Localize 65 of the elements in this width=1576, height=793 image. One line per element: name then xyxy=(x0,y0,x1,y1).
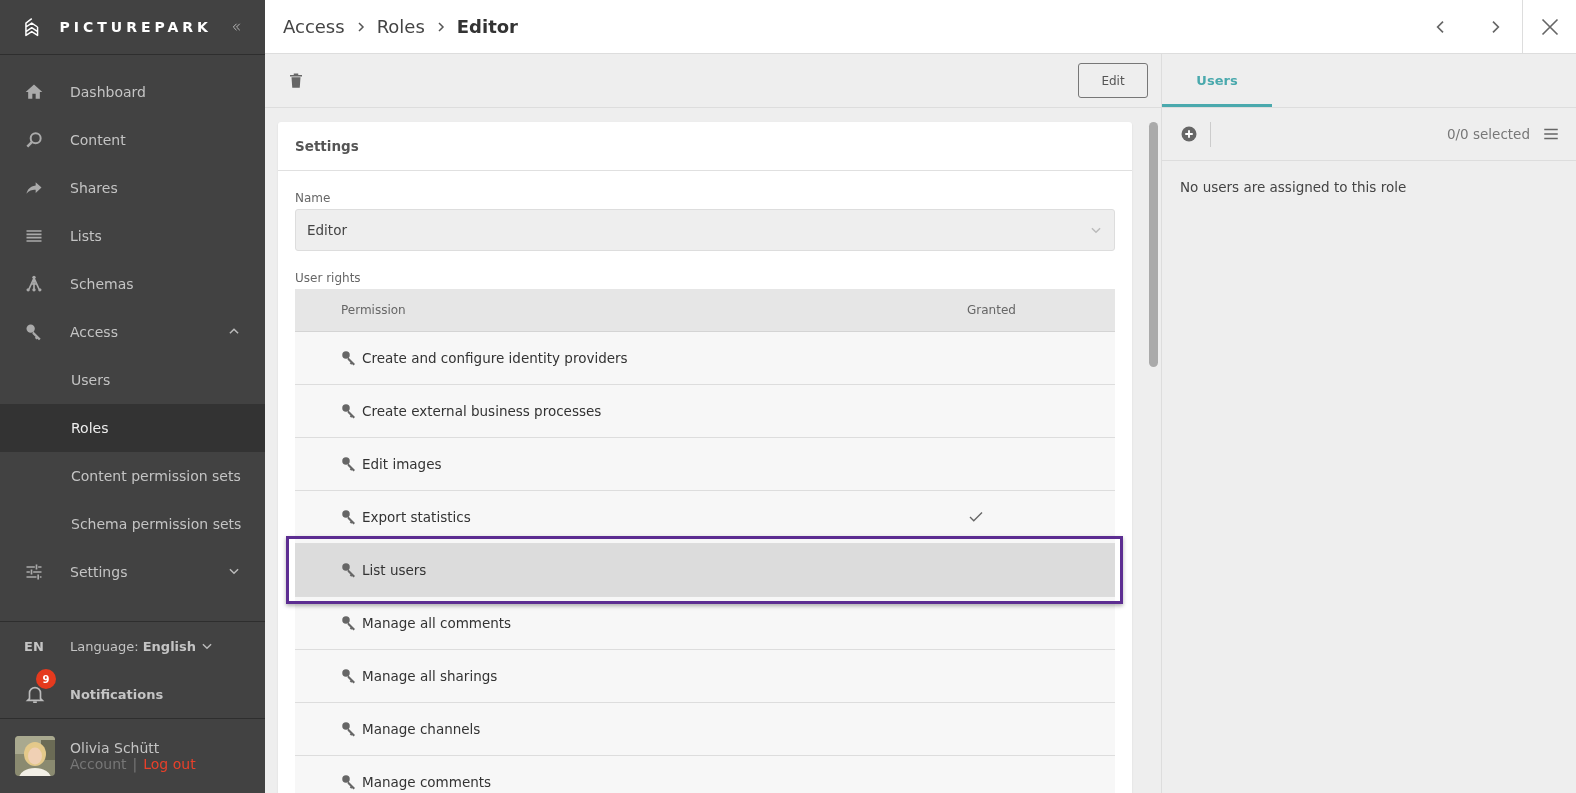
permission-name: Export statistics xyxy=(362,509,471,525)
nav-item[interactable]: Users xyxy=(0,356,265,404)
nav-item[interactable]: Dashboard xyxy=(0,68,265,116)
key-icon xyxy=(340,349,358,367)
close-icon xyxy=(1539,16,1560,37)
permission-name: Manage all sharings xyxy=(362,668,498,684)
notification-badge: 9 xyxy=(36,669,56,689)
permission-name: Edit images xyxy=(362,456,442,472)
breadcrumb-item: Editor xyxy=(456,16,518,37)
permission-name: Manage all comments xyxy=(362,615,512,631)
nav-item[interactable]: Schema permission sets xyxy=(0,500,265,548)
nav-item[interactable]: Content xyxy=(0,116,265,164)
key-icon xyxy=(24,322,44,342)
permission-row[interactable]: Create and configure identity providers xyxy=(295,332,1115,385)
permission-row[interactable]: Manage all comments xyxy=(295,597,1115,650)
permission-row[interactable]: Manage channels xyxy=(295,703,1115,756)
scrollbar-thumb[interactable] xyxy=(1149,122,1158,367)
search-icon xyxy=(24,130,44,150)
column-header: Permission xyxy=(340,303,407,317)
permission-row[interactable]: Manage all sharings xyxy=(295,650,1115,703)
permission-name: Create external business processes xyxy=(362,403,602,419)
column-header: Granted xyxy=(967,303,1017,317)
user-name: Olivia Schütt xyxy=(70,740,161,756)
permission-name: Manage comments xyxy=(362,774,492,790)
permission-row[interactable]: Create external business processes xyxy=(295,385,1115,438)
language-code: EN xyxy=(24,638,45,654)
nav-item[interactable]: Shares xyxy=(0,164,265,212)
nav-item[interactable]: Roles xyxy=(0,404,265,452)
brand-name: PICTUREPARK xyxy=(59,19,212,35)
key-icon xyxy=(340,614,358,632)
field-label: User rights xyxy=(295,271,362,285)
permission-row[interactable]: Manage comments xyxy=(295,756,1115,793)
selection-count: 0/0 selected xyxy=(1446,126,1530,142)
breadcrumb-item[interactable]: Roles xyxy=(376,16,425,37)
link-separator: | xyxy=(132,756,138,772)
breadcrumb-item[interactable]: Access xyxy=(283,16,345,37)
permission-name: Create and configure identity providers xyxy=(362,350,628,366)
permission-name: Manage channels xyxy=(362,721,481,737)
key-icon xyxy=(340,720,358,738)
nav-item[interactable]: Settings xyxy=(0,548,265,596)
add-icon[interactable] xyxy=(1180,125,1198,143)
key-icon xyxy=(340,455,358,473)
nav-item[interactable]: Access xyxy=(0,308,265,356)
nav-item[interactable]: Schemas xyxy=(0,260,265,308)
tree-icon xyxy=(24,274,44,294)
permission-row[interactable]: List users xyxy=(295,544,1115,597)
name-select[interactable]: Editor xyxy=(295,209,1115,251)
card-title: Settings xyxy=(278,122,1132,171)
empty-message: No users are assigned to this role xyxy=(1179,178,1408,197)
nav-item[interactable]: Lists xyxy=(0,212,265,260)
key-icon xyxy=(340,667,358,685)
language-selector[interactable]: Language: English xyxy=(70,638,215,654)
key-icon xyxy=(340,561,358,579)
permission-name: List users xyxy=(362,562,427,578)
key-icon xyxy=(340,773,358,791)
sliders-icon xyxy=(24,562,44,582)
trash-icon[interactable] xyxy=(287,71,305,90)
key-icon xyxy=(340,508,358,526)
notifications-link[interactable]: Notifications xyxy=(70,686,164,702)
key-icon xyxy=(340,402,358,420)
field-label: Name xyxy=(295,191,332,205)
edit-button[interactable]: Edit xyxy=(1078,63,1148,98)
permission-row[interactable]: Edit images xyxy=(295,438,1115,491)
nav-item[interactable]: Content permission sets xyxy=(0,452,265,500)
home-icon xyxy=(24,82,44,102)
